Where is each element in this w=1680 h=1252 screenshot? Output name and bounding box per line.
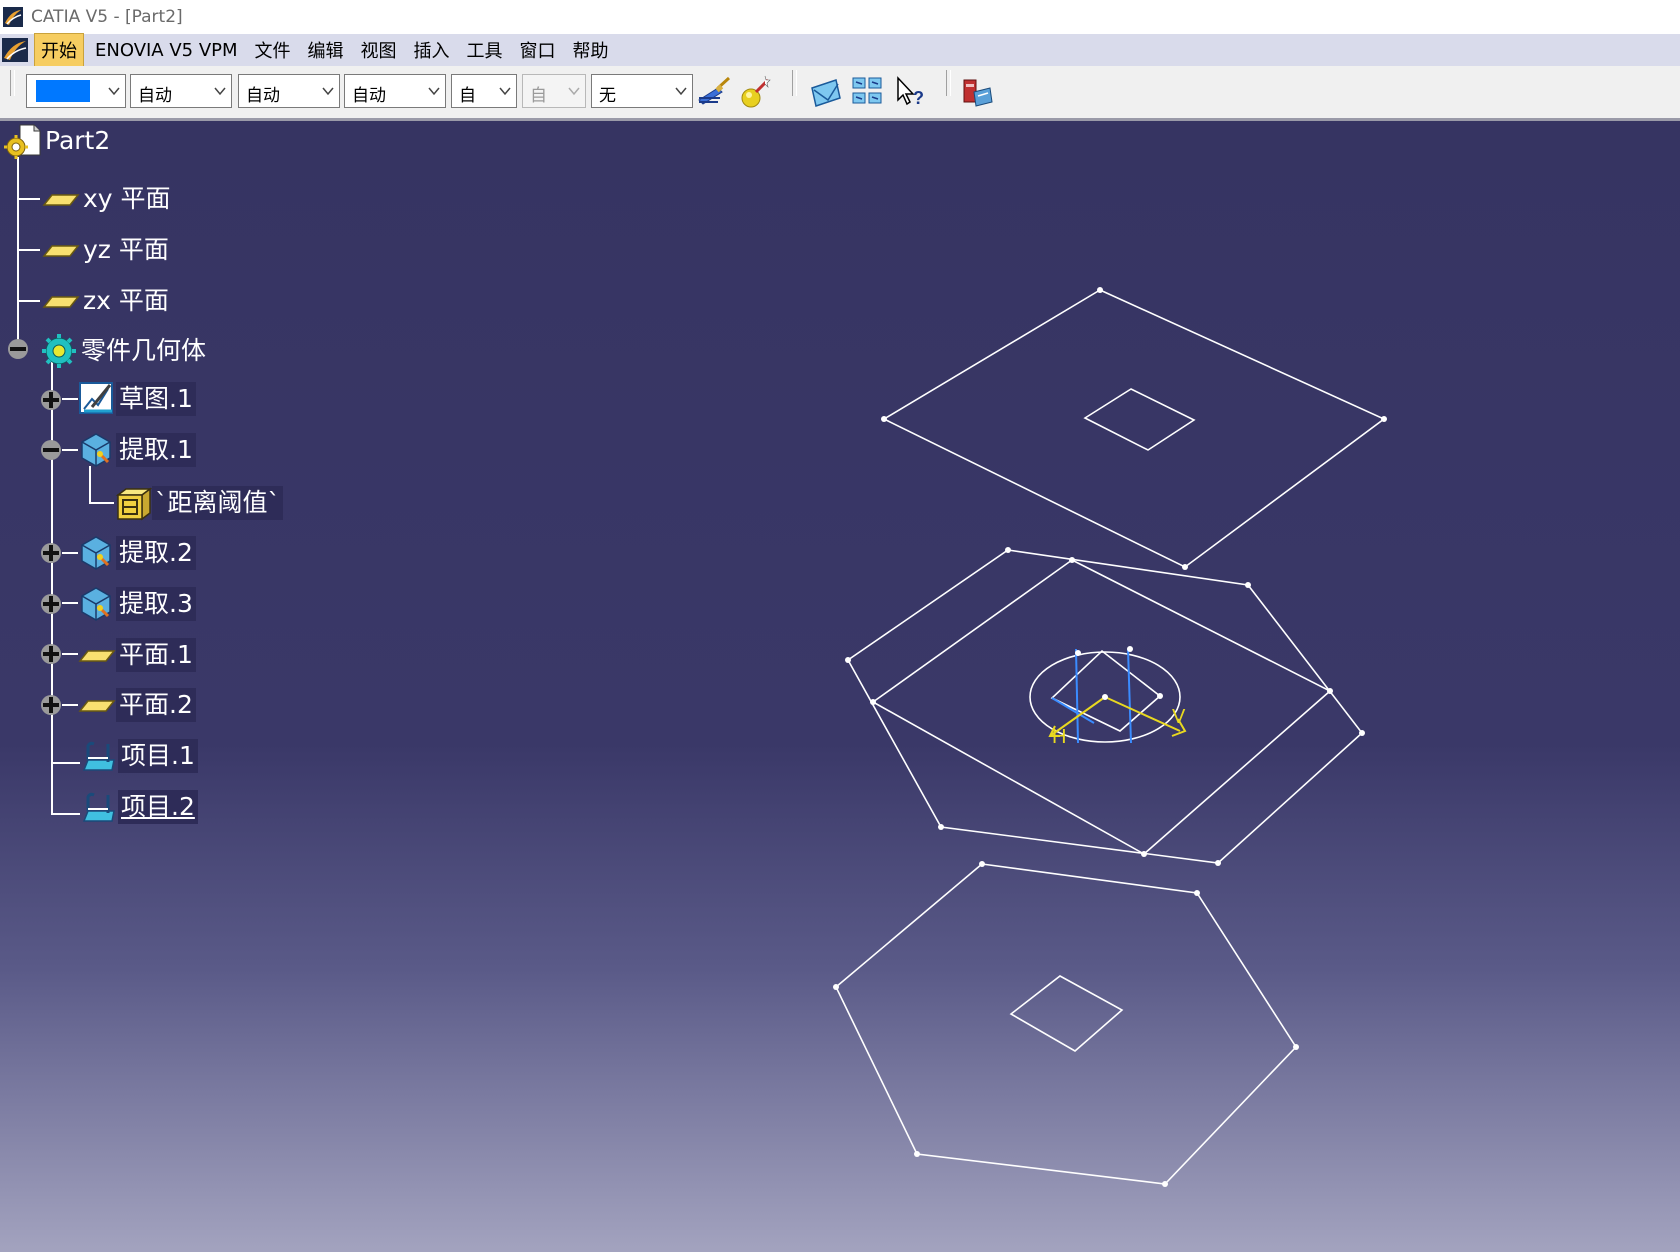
chevron-down-icon	[428, 87, 440, 96]
color-swatch	[36, 80, 90, 102]
disabled-value: 自动	[530, 86, 547, 106]
lower-inner-square[interactable]	[1009, 975, 1124, 1052]
whats-this-icon[interactable]: ?	[892, 74, 928, 110]
toolbar-grip[interactable]	[792, 70, 797, 96]
painter-brush-icon[interactable]	[696, 74, 732, 110]
toolbar-grip[interactable]	[10, 70, 15, 96]
menu-edit[interactable]: 编辑	[302, 34, 350, 66]
line-weight-value: 自动	[138, 86, 172, 106]
vertex-points	[833, 287, 1387, 1187]
line-type-value: 自动	[246, 86, 280, 106]
menu-help[interactable]: 帮助	[567, 34, 615, 66]
sketch-plane-icon[interactable]	[808, 74, 844, 110]
menu-enovia[interactable]: ENOVIA V5 VPM	[89, 37, 244, 64]
graphic-properties-toolbar: 自动 自动 自动 自动 自动 无	[0, 66, 1680, 121]
title-bar: CATIA V5 - [Part2]	[0, 0, 1680, 34]
chevron-down-icon	[214, 87, 226, 96]
color-combo[interactable]	[26, 74, 126, 108]
svg-text:?: ?	[913, 88, 924, 108]
point-type-combo[interactable]: 自动	[344, 74, 446, 108]
menu-view[interactable]: 视图	[355, 34, 403, 66]
upper-inner-square[interactable]	[1083, 388, 1196, 451]
axis-h-label: H	[1052, 726, 1066, 748]
catalog-icon[interactable]	[960, 74, 996, 110]
chevron-down-icon	[675, 87, 687, 96]
disabled-combo: 自动	[522, 74, 586, 108]
3d-viewport[interactable]: Part2 xy 平面 yz 平面 zx 平面 零件几何体 草图.1 提取.1 …	[0, 121, 1680, 1252]
multi-view-icon[interactable]	[850, 74, 886, 110]
line-type-combo[interactable]: 自动	[238, 74, 340, 108]
chevron-down-icon	[108, 87, 120, 96]
line-weight-combo[interactable]: 自动	[130, 74, 232, 108]
chevron-down-icon	[322, 87, 334, 96]
layer-combo[interactable]: 自动	[451, 74, 517, 108]
chevron-down-icon	[568, 87, 580, 96]
catia-menu-icon[interactable]	[2, 38, 28, 62]
catia-logo-icon	[3, 7, 23, 27]
menu-start[interactable]: 开始	[34, 33, 84, 67]
chevron-down-icon	[499, 87, 511, 96]
upper-square-outline[interactable]	[882, 289, 1386, 568]
render-style-value: 无	[599, 86, 616, 106]
middle-tilted-square[interactable]	[871, 559, 1332, 855]
menu-tools[interactable]: 工具	[461, 34, 509, 66]
lower-hexagon-outline[interactable]	[835, 863, 1298, 1185]
render-style-combo[interactable]: 无	[591, 74, 693, 108]
toolbar-grip[interactable]	[946, 70, 951, 96]
layer-value: 自动	[459, 86, 476, 106]
middle-hexagon-outline[interactable]	[846, 549, 1364, 864]
wireframe-geometry: H V	[833, 287, 1387, 1187]
menu-window[interactable]: 窗口	[514, 34, 562, 66]
window-title: CATIA V5 - [Part2]	[31, 7, 183, 27]
menu-insert[interactable]: 插入	[408, 34, 456, 66]
point-type-value: 自动	[352, 86, 386, 106]
axis-v-label: V	[1172, 706, 1186, 728]
middle-inner-square[interactable]	[1050, 649, 1162, 732]
menu-bar: 开始 ENOVIA V5 VPM 文件 编辑 视图 插入 工具 窗口 帮助	[0, 33, 1680, 67]
magic-wand-icon[interactable]	[738, 74, 774, 110]
menu-file[interactable]: 文件	[249, 34, 297, 66]
